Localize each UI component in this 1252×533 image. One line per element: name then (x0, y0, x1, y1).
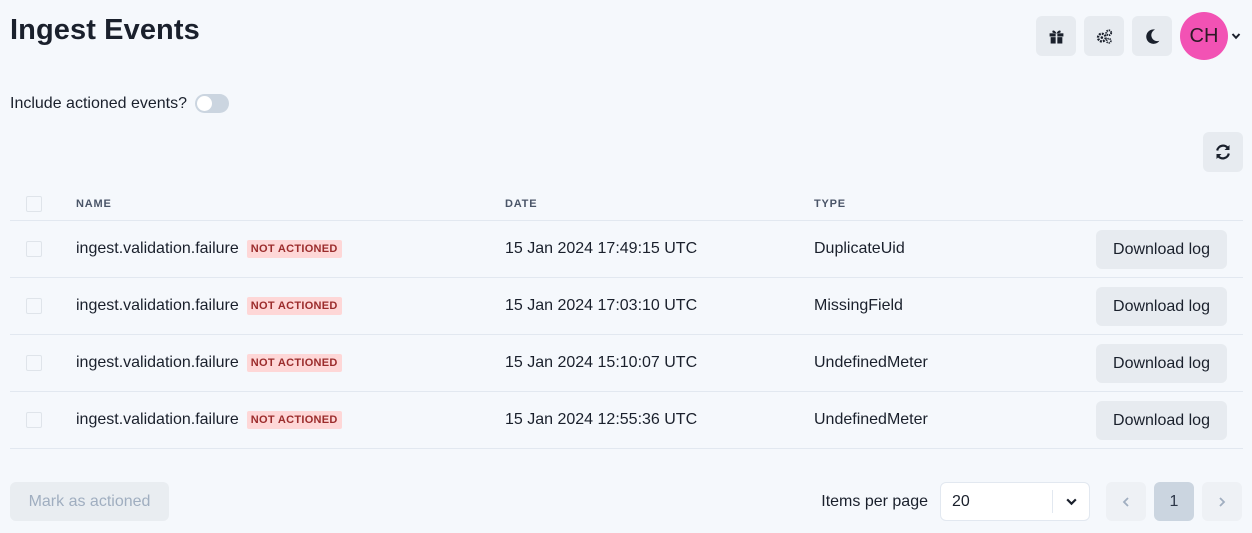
status-badge: NOT ACTIONED (246, 240, 342, 258)
event-name-cell: ingest.validation.failure NOT ACTIONED (76, 411, 505, 429)
row-check-cell (10, 241, 76, 257)
event-type: UndefinedMeter (814, 411, 928, 428)
theme-toggle-button[interactable] (1132, 16, 1172, 56)
status-badge: NOT ACTIONED (246, 297, 342, 315)
row-check-cell (10, 355, 76, 371)
chevron-right-icon (1219, 496, 1226, 507)
select-chevron (1053, 495, 1089, 508)
refresh-button[interactable] (1203, 132, 1243, 172)
row-checkbox[interactable] (26, 241, 42, 257)
table-row: ingest.validation.failure NOT ACTIONED 1… (10, 278, 1243, 335)
table-header: NAME DATE TYPE (10, 188, 1243, 221)
avatar: CH (1180, 12, 1228, 60)
chevron-down-icon (1231, 33, 1241, 40)
event-name: ingest.validation.failure (76, 297, 239, 314)
page-button-current[interactable]: 1 (1154, 482, 1194, 521)
pagination: Items per page 20 1 (821, 482, 1242, 521)
page-title: Ingest Events (10, 14, 200, 46)
settings-button[interactable] (1084, 16, 1124, 56)
event-name: ingest.validation.failure (76, 411, 239, 428)
items-per-page-select[interactable]: 20 (940, 482, 1090, 521)
event-date: 15 Jan 2024 15:10:07 UTC (505, 354, 698, 371)
cogs-icon (1096, 28, 1112, 44)
column-header-date[interactable]: DATE (505, 198, 814, 210)
include-actioned-filter: Include actioned events? (10, 94, 230, 113)
table-row: ingest.validation.failure NOT ACTIONED 1… (10, 335, 1243, 392)
select-all-cell (10, 196, 76, 212)
event-type: MissingField (814, 297, 903, 314)
column-header-type[interactable]: TYPE (814, 198, 1014, 210)
moon-icon (1145, 28, 1159, 44)
include-actioned-toggle[interactable] (195, 94, 230, 113)
event-type: DuplicateUid (814, 240, 905, 257)
download-log-button[interactable]: Download log (1096, 401, 1227, 440)
event-date: 15 Jan 2024 12:55:36 UTC (505, 411, 698, 428)
row-checkbox[interactable] (26, 412, 42, 428)
items-per-page-value: 20 (952, 492, 970, 510)
table-row: ingest.validation.failure NOT ACTIONED 1… (10, 392, 1243, 449)
refresh-icon (1216, 144, 1230, 160)
next-page-button[interactable] (1202, 482, 1242, 521)
table-row: ingest.validation.failure NOT ACTIONED 1… (10, 221, 1243, 278)
mark-as-actioned-button[interactable]: Mark as actioned (10, 482, 169, 521)
event-name-cell: ingest.validation.failure NOT ACTIONED (76, 297, 505, 315)
event-name-cell: ingest.validation.failure NOT ACTIONED (76, 240, 505, 258)
toggle-knob (197, 96, 213, 111)
chevron-down-icon (1065, 498, 1077, 506)
items-per-page-label: Items per page (821, 492, 928, 510)
whats-new-button[interactable] (1036, 16, 1076, 56)
events-table: NAME DATE TYPE ingest.validation.failure… (10, 188, 1243, 449)
download-log-button[interactable]: Download log (1096, 230, 1227, 269)
previous-page-button[interactable] (1106, 482, 1146, 521)
event-date: 15 Jan 2024 17:03:10 UTC (505, 297, 698, 314)
include-actioned-label: Include actioned events? (10, 94, 188, 112)
row-check-cell (10, 298, 76, 314)
row-check-cell (10, 412, 76, 428)
user-menu[interactable]: CH (1180, 12, 1242, 60)
event-name: ingest.validation.failure (76, 240, 239, 257)
gift-icon (1049, 29, 1063, 44)
download-log-button[interactable]: Download log (1096, 344, 1227, 383)
download-log-button[interactable]: Download log (1096, 287, 1227, 326)
header-actions: CH (1028, 12, 1242, 60)
select-all-checkbox[interactable] (26, 196, 42, 212)
row-checkbox[interactable] (26, 355, 42, 371)
event-date: 15 Jan 2024 17:49:15 UTC (505, 240, 698, 257)
event-name-cell: ingest.validation.failure NOT ACTIONED (76, 354, 505, 372)
event-name: ingest.validation.failure (76, 354, 239, 371)
status-badge: NOT ACTIONED (246, 354, 342, 372)
event-type: UndefinedMeter (814, 354, 928, 371)
chevron-left-icon (1122, 496, 1129, 507)
column-header-name[interactable]: NAME (76, 198, 505, 210)
status-badge: NOT ACTIONED (246, 411, 342, 429)
row-checkbox[interactable] (26, 298, 42, 314)
